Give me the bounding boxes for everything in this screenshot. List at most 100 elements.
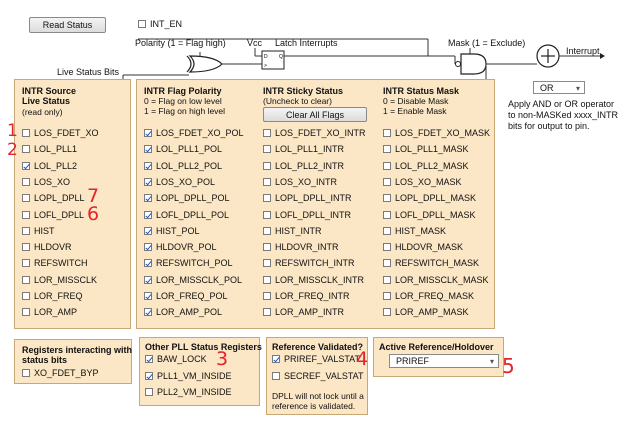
sticky-status-item-checkbox[interactable]	[263, 292, 271, 300]
status-mask-item-row[interactable]: HLDOVR_MASK	[383, 240, 463, 254]
status-mask-item-checkbox[interactable]	[383, 145, 391, 154]
intr-source-item-checkbox[interactable]	[22, 243, 30, 252]
sticky-status-item-checkbox[interactable]	[263, 259, 271, 268]
status-mask-item-checkbox[interactable]	[383, 161, 391, 170]
intr-source-item-checkbox[interactable]	[22, 177, 30, 186]
flag-polarity-item-checkbox[interactable]	[144, 243, 152, 252]
status-mask-item-row[interactable]: LOR_FREQ_MASK	[383, 289, 474, 303]
intr-source-item-row[interactable]: LOS_XO	[22, 175, 70, 189]
status-mask-item-row[interactable]: LOL_PLL2_MASK	[383, 159, 469, 173]
status-mask-item-row[interactable]: HIST_MASK	[383, 224, 446, 238]
status-mask-item-row[interactable]: REFSWITCH_MASK	[383, 256, 479, 270]
intr-source-item-row[interactable]: LOS_FDET_XO	[22, 126, 99, 140]
sticky-status-item-checkbox[interactable]	[263, 129, 271, 137]
intr-source-item-checkbox[interactable]	[22, 194, 30, 203]
intr-source-item-row[interactable]: LOPL_DPLL	[22, 191, 85, 205]
sticky-status-item-checkbox[interactable]	[263, 226, 271, 235]
flag-polarity-item-row[interactable]: LOR_MISSCLK_POL	[144, 273, 242, 287]
flag-polarity-item-checkbox[interactable]	[144, 129, 152, 137]
pll-status-item-checkbox[interactable]	[145, 388, 153, 396]
status-mask-item-row[interactable]: LOS_XO_MASK	[383, 175, 462, 189]
xo-fdet-byp-checkbox[interactable]	[22, 369, 30, 377]
sticky-status-item-checkbox[interactable]	[263, 194, 271, 203]
status-mask-item-row[interactable]: LOR_MISSCLK_MASK	[383, 273, 489, 287]
sticky-status-item-checkbox[interactable]	[263, 275, 271, 284]
status-mask-item-checkbox[interactable]	[383, 308, 391, 317]
status-mask-item-checkbox[interactable]	[383, 177, 391, 186]
intr-source-item-row[interactable]: LOFL_DPLL	[22, 208, 84, 222]
intr-source-item-row[interactable]: LOL_PLL2	[22, 159, 77, 173]
intr-source-item-checkbox[interactable]	[22, 129, 30, 137]
sticky-status-item-checkbox[interactable]	[263, 243, 271, 252]
flag-polarity-item-row[interactable]: LOFL_DPLL_POL	[144, 208, 229, 222]
sticky-status-item-checkbox[interactable]	[263, 210, 271, 219]
flag-polarity-item-checkbox[interactable]	[144, 145, 152, 154]
flag-polarity-item-row[interactable]: HLDOVR_POL	[144, 240, 217, 254]
status-mask-item-row[interactable]: LOL_PLL1_MASK	[383, 142, 469, 156]
status-mask-item-checkbox[interactable]	[383, 226, 391, 235]
flag-polarity-item-checkbox[interactable]	[144, 226, 152, 235]
intr-source-item-checkbox[interactable]	[22, 275, 30, 284]
intr-source-item-checkbox[interactable]	[22, 292, 30, 300]
intr-source-item-row[interactable]: LOR_MISSCLK	[22, 273, 97, 287]
intr-source-item-checkbox[interactable]	[22, 226, 30, 235]
sticky-status-item-row[interactable]: LOS_XO_INTR	[263, 175, 337, 189]
status-mask-item-row[interactable]: LOFL_DPLL_MASK	[383, 208, 476, 222]
intr-source-item-row[interactable]: HLDOVR	[22, 240, 72, 254]
active-reference-select[interactable]: PRIREF ▾	[389, 354, 499, 368]
flag-polarity-item-checkbox[interactable]	[144, 292, 152, 300]
operator-select[interactable]: OR ▾	[533, 81, 585, 94]
sticky-status-item-checkbox[interactable]	[263, 308, 271, 317]
intr-source-item-row[interactable]: LOR_FREQ	[22, 289, 83, 303]
sticky-status-item-checkbox[interactable]	[263, 177, 271, 186]
flag-polarity-item-row[interactable]: LOS_XO_POL	[144, 175, 215, 189]
sticky-status-item-row[interactable]: HLDOVR_INTR	[263, 240, 339, 254]
intr-source-item-checkbox[interactable]	[22, 210, 30, 219]
intr-source-item-row[interactable]: LOR_AMP	[22, 305, 77, 319]
flag-polarity-item-row[interactable]: HIST_POL	[144, 224, 200, 238]
reference-validated-item-checkbox[interactable]	[272, 355, 280, 363]
status-mask-item-checkbox[interactable]	[383, 292, 391, 300]
status-mask-item-checkbox[interactable]	[383, 275, 391, 284]
sticky-status-item-row[interactable]: LOR_FREQ_INTR	[263, 289, 350, 303]
flag-polarity-item-row[interactable]: REFSWITCH_POL	[144, 256, 233, 270]
intr-source-item-checkbox[interactable]	[22, 161, 30, 170]
flag-polarity-item-row[interactable]: LOPL_DPLL_POL	[144, 191, 230, 205]
sticky-status-item-row[interactable]: HIST_INTR	[263, 224, 322, 238]
flag-polarity-item-checkbox[interactable]	[144, 308, 152, 317]
sticky-status-item-checkbox[interactable]	[263, 145, 271, 154]
pll-status-item-row[interactable]: PLL2_VM_INSIDE	[145, 385, 232, 399]
flag-polarity-item-checkbox[interactable]	[144, 210, 152, 219]
sticky-status-item-row[interactable]: LOL_PLL2_INTR	[263, 159, 344, 173]
sticky-status-item-row[interactable]: LOL_PLL1_INTR	[263, 142, 344, 156]
reference-validated-item-row[interactable]: SECREF_VALSTAT	[272, 369, 364, 383]
intr-source-item-row[interactable]: LOL_PLL1	[22, 142, 77, 156]
sticky-status-item-row[interactable]: LOR_MISSCLK_INTR	[263, 273, 364, 287]
intr-source-item-checkbox[interactable]	[22, 259, 30, 268]
xo-fdet-byp-row[interactable]: XO_FDET_BYP	[22, 366, 99, 380]
clear-all-flags-button[interactable]: Clear All Flags	[263, 107, 367, 122]
reference-validated-item-checkbox[interactable]	[272, 371, 280, 380]
pll-status-item-row[interactable]: BAW_LOCK	[145, 352, 207, 366]
sticky-status-item-row[interactable]: LOR_AMP_INTR	[263, 305, 344, 319]
flag-polarity-item-checkbox[interactable]	[144, 259, 152, 268]
sticky-status-item-row[interactable]: LOPL_DPLL_INTR	[263, 191, 352, 205]
flag-polarity-item-checkbox[interactable]	[144, 275, 152, 284]
intr-source-item-checkbox[interactable]	[22, 145, 30, 154]
sticky-status-item-row[interactable]: LOS_FDET_XO_INTR	[263, 126, 366, 140]
status-mask-item-row[interactable]: LOR_AMP_MASK	[383, 305, 469, 319]
flag-polarity-item-checkbox[interactable]	[144, 161, 152, 170]
sticky-status-item-row[interactable]: REFSWITCH_INTR	[263, 256, 355, 270]
status-mask-item-checkbox[interactable]	[383, 259, 391, 268]
pll-status-item-row[interactable]: PLL1_VM_INSIDE	[145, 369, 232, 383]
flag-polarity-item-row[interactable]: LOR_AMP_POL	[144, 305, 222, 319]
pll-status-item-checkbox[interactable]	[145, 355, 153, 363]
intr-source-item-row[interactable]: HIST	[22, 224, 55, 238]
status-mask-item-checkbox[interactable]	[383, 243, 391, 252]
flag-polarity-item-row[interactable]: LOR_FREQ_POL	[144, 289, 228, 303]
flag-polarity-item-checkbox[interactable]	[144, 177, 152, 186]
flag-polarity-item-checkbox[interactable]	[144, 194, 152, 203]
flag-polarity-item-row[interactable]: LOS_FDET_XO_POL	[144, 126, 244, 140]
intr-source-item-row[interactable]: REFSWITCH	[22, 256, 88, 270]
intr-source-item-checkbox[interactable]	[22, 308, 30, 317]
